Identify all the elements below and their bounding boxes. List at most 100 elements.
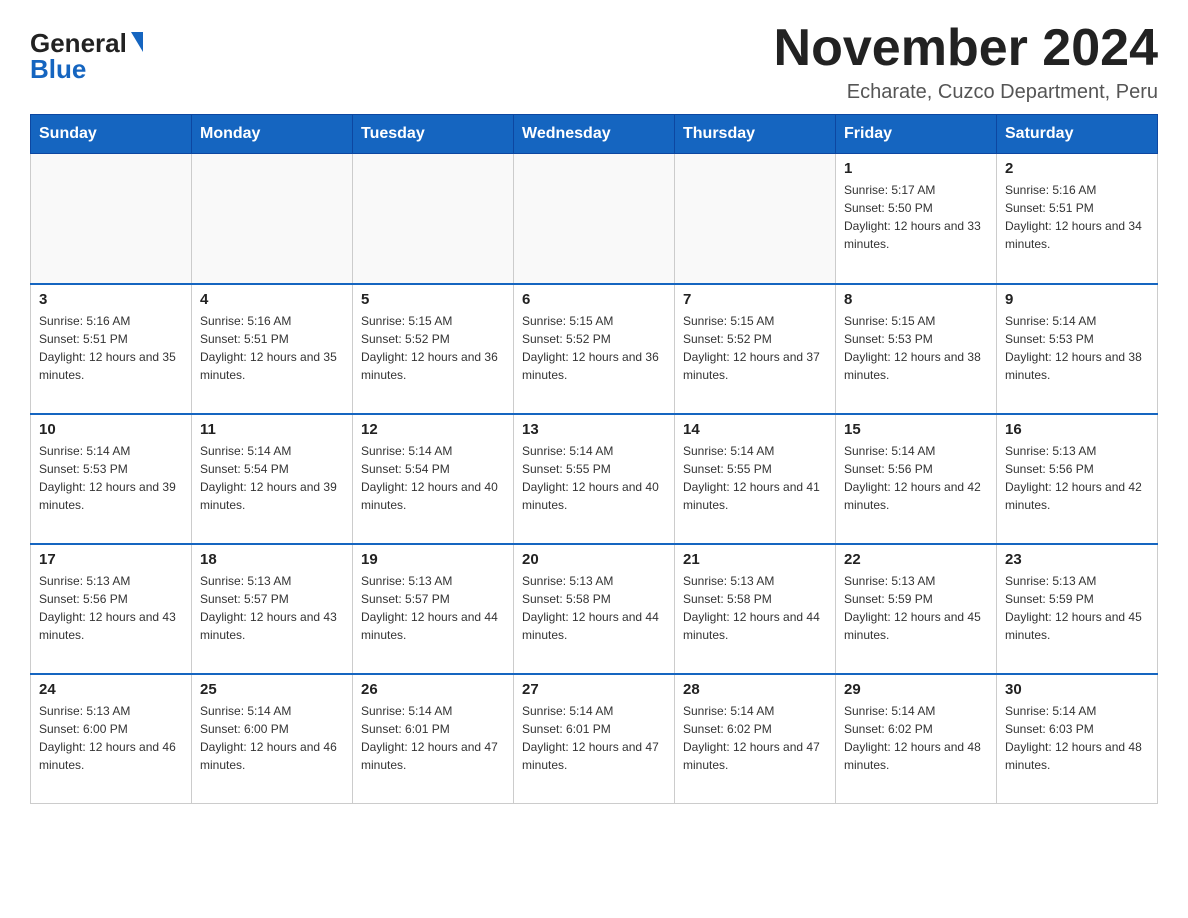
day-info: Sunrise: 5:15 AMSunset: 5:53 PMDaylight:… <box>844 312 988 384</box>
day-info: Sunrise: 5:14 AMSunset: 6:01 PMDaylight:… <box>361 702 505 774</box>
day-number: 25 <box>200 681 344 698</box>
calendar-week-row: 3 Sunrise: 5:16 AMSunset: 5:51 PMDaylight… <box>31 284 1158 414</box>
day-info: Sunrise: 5:15 AMSunset: 5:52 PMDaylight:… <box>522 312 666 384</box>
day-info: Sunrise: 5:13 AMSunset: 5:58 PMDaylight:… <box>683 572 827 644</box>
day-info: Sunrise: 5:14 AMSunset: 6:02 PMDaylight:… <box>844 702 988 774</box>
calendar-cell: 15 Sunrise: 5:14 AMSunset: 5:56 PMDayligh… <box>836 414 997 544</box>
day-of-week-header: Sunday <box>31 115 192 154</box>
day-number: 24 <box>39 681 183 698</box>
logo: General Blue <box>30 30 143 82</box>
day-number: 12 <box>361 421 505 438</box>
calendar-cell: 22 Sunrise: 5:13 AMSunset: 5:59 PMDayligh… <box>836 544 997 674</box>
logo-blue-text: Blue <box>30 56 86 82</box>
calendar-cell <box>192 154 353 284</box>
calendar-cell: 4 Sunrise: 5:16 AMSunset: 5:51 PMDaylight… <box>192 284 353 414</box>
calendar-cell: 18 Sunrise: 5:13 AMSunset: 5:57 PMDayligh… <box>192 544 353 674</box>
day-info: Sunrise: 5:16 AMSunset: 5:51 PMDaylight:… <box>200 312 344 384</box>
day-info: Sunrise: 5:14 AMSunset: 6:01 PMDaylight:… <box>522 702 666 774</box>
month-title: November 2024 <box>774 20 1158 77</box>
day-number: 4 <box>200 291 344 308</box>
day-info: Sunrise: 5:13 AMSunset: 5:59 PMDaylight:… <box>844 572 988 644</box>
day-number: 3 <box>39 291 183 308</box>
day-number: 6 <box>522 291 666 308</box>
calendar-table: SundayMondayTuesdayWednesdayThursdayFrid… <box>30 114 1158 804</box>
logo-triangle-icon <box>131 32 143 52</box>
day-info: Sunrise: 5:14 AMSunset: 6:02 PMDaylight:… <box>683 702 827 774</box>
day-info: Sunrise: 5:14 AMSunset: 5:56 PMDaylight:… <box>844 442 988 514</box>
calendar-cell: 24 Sunrise: 5:13 AMSunset: 6:00 PMDayligh… <box>31 674 192 804</box>
title-section: November 2024 Echarate, Cuzco Department… <box>774 20 1158 104</box>
logo-general-text: General <box>30 30 127 56</box>
day-info: Sunrise: 5:13 AMSunset: 5:57 PMDaylight:… <box>361 572 505 644</box>
day-number: 10 <box>39 421 183 438</box>
day-number: 11 <box>200 421 344 438</box>
calendar-cell: 13Sunrise: 5:14 AMSunset: 5:55 PMDayligh… <box>514 414 675 544</box>
day-info: Sunrise: 5:14 AMSunset: 5:54 PMDaylight:… <box>200 442 344 514</box>
calendar-cell: 23Sunrise: 5:13 AMSunset: 5:59 PMDayligh… <box>997 544 1158 674</box>
calendar-cell: 7 Sunrise: 5:15 AMSunset: 5:52 PMDaylight… <box>675 284 836 414</box>
calendar-cell: 3Sunrise: 5:16 AMSunset: 5:51 PMDaylight… <box>31 284 192 414</box>
day-of-week-header: Wednesday <box>514 115 675 154</box>
day-number: 7 <box>683 291 827 308</box>
day-of-week-header: Saturday <box>997 115 1158 154</box>
calendar-cell: 21 Sunrise: 5:13 AMSunset: 5:58 PMDayligh… <box>675 544 836 674</box>
day-info: Sunrise: 5:14 AMSunset: 6:03 PMDaylight:… <box>1005 702 1149 774</box>
calendar-cell: 25 Sunrise: 5:14 AMSunset: 6:00 PMDayligh… <box>192 674 353 804</box>
day-number: 26 <box>361 681 505 698</box>
day-number: 20 <box>522 551 666 568</box>
day-info: Sunrise: 5:14 AMSunset: 5:53 PMDaylight:… <box>39 442 183 514</box>
calendar-cell: 16Sunrise: 5:13 AMSunset: 5:56 PMDayligh… <box>997 414 1158 544</box>
day-of-week-header: Monday <box>192 115 353 154</box>
day-info: Sunrise: 5:15 AMSunset: 5:52 PMDaylight:… <box>683 312 827 384</box>
calendar-cell: 1 Sunrise: 5:17 AMSunset: 5:50 PMDaylight… <box>836 154 997 284</box>
day-of-week-header: Tuesday <box>353 115 514 154</box>
day-info: Sunrise: 5:14 AMSunset: 5:55 PMDaylight:… <box>683 442 827 514</box>
day-number: 15 <box>844 421 988 438</box>
day-number: 27 <box>522 681 666 698</box>
day-number: 29 <box>844 681 988 698</box>
calendar-week-row: 1 Sunrise: 5:17 AMSunset: 5:50 PMDaylight… <box>31 154 1158 284</box>
day-number: 19 <box>361 551 505 568</box>
day-number: 8 <box>844 291 988 308</box>
day-of-week-header: Friday <box>836 115 997 154</box>
calendar-cell: 27 Sunrise: 5:14 AMSunset: 6:01 PMDayligh… <box>514 674 675 804</box>
day-info: Sunrise: 5:13 AMSunset: 5:56 PMDaylight:… <box>1005 442 1149 514</box>
day-info: Sunrise: 5:13 AMSunset: 5:57 PMDaylight:… <box>200 572 344 644</box>
calendar-cell: 28Sunrise: 5:14 AMSunset: 6:02 PMDayligh… <box>675 674 836 804</box>
calendar-cell: 6 Sunrise: 5:15 AMSunset: 5:52 PMDaylight… <box>514 284 675 414</box>
day-info: Sunrise: 5:13 AMSunset: 5:56 PMDaylight:… <box>39 572 183 644</box>
day-info: Sunrise: 5:14 AMSunset: 6:00 PMDaylight:… <box>200 702 344 774</box>
calendar-week-row: 17 Sunrise: 5:13 AMSunset: 5:56 PMDayligh… <box>31 544 1158 674</box>
calendar-cell: 12Sunrise: 5:14 AMSunset: 5:54 PMDayligh… <box>353 414 514 544</box>
day-info: Sunrise: 5:17 AMSunset: 5:50 PMDaylight:… <box>844 181 988 253</box>
calendar-cell: 9 Sunrise: 5:14 AMSunset: 5:53 PMDaylight… <box>997 284 1158 414</box>
calendar-header-row: SundayMondayTuesdayWednesdayThursdayFrid… <box>31 115 1158 154</box>
day-number: 17 <box>39 551 183 568</box>
day-number: 1 <box>844 160 988 177</box>
day-number: 23 <box>1005 551 1149 568</box>
day-info: Sunrise: 5:14 AMSunset: 5:53 PMDaylight:… <box>1005 312 1149 384</box>
day-info: Sunrise: 5:13 AMSunset: 5:58 PMDaylight:… <box>522 572 666 644</box>
day-of-week-header: Thursday <box>675 115 836 154</box>
calendar-cell: 20 Sunrise: 5:13 AMSunset: 5:58 PMDayligh… <box>514 544 675 674</box>
calendar-cell: 17 Sunrise: 5:13 AMSunset: 5:56 PMDayligh… <box>31 544 192 674</box>
calendar-cell <box>31 154 192 284</box>
calendar-cell: 8 Sunrise: 5:15 AMSunset: 5:53 PMDaylight… <box>836 284 997 414</box>
day-number: 30 <box>1005 681 1149 698</box>
day-number: 22 <box>844 551 988 568</box>
calendar-cell: 29 Sunrise: 5:14 AMSunset: 6:02 PMDayligh… <box>836 674 997 804</box>
day-info: Sunrise: 5:13 AMSunset: 6:00 PMDaylight:… <box>39 702 183 774</box>
calendar-cell: 30 Sunrise: 5:14 AMSunset: 6:03 PMDayligh… <box>997 674 1158 804</box>
calendar-week-row: 24 Sunrise: 5:13 AMSunset: 6:00 PMDayligh… <box>31 674 1158 804</box>
calendar-cell: 19 Sunrise: 5:13 AMSunset: 5:57 PMDayligh… <box>353 544 514 674</box>
calendar-cell <box>353 154 514 284</box>
calendar-cell: 5Sunrise: 5:15 AMSunset: 5:52 PMDaylight… <box>353 284 514 414</box>
day-info: Sunrise: 5:16 AMSunset: 5:51 PMDaylight:… <box>1005 181 1149 253</box>
day-number: 9 <box>1005 291 1149 308</box>
page-header: General Blue November 2024 Echarate, Cuz… <box>30 20 1158 104</box>
day-info: Sunrise: 5:14 AMSunset: 5:55 PMDaylight:… <box>522 442 666 514</box>
day-number: 2 <box>1005 160 1149 177</box>
day-number: 21 <box>683 551 827 568</box>
day-number: 18 <box>200 551 344 568</box>
calendar-cell: 11 Sunrise: 5:14 AMSunset: 5:54 PMDayligh… <box>192 414 353 544</box>
